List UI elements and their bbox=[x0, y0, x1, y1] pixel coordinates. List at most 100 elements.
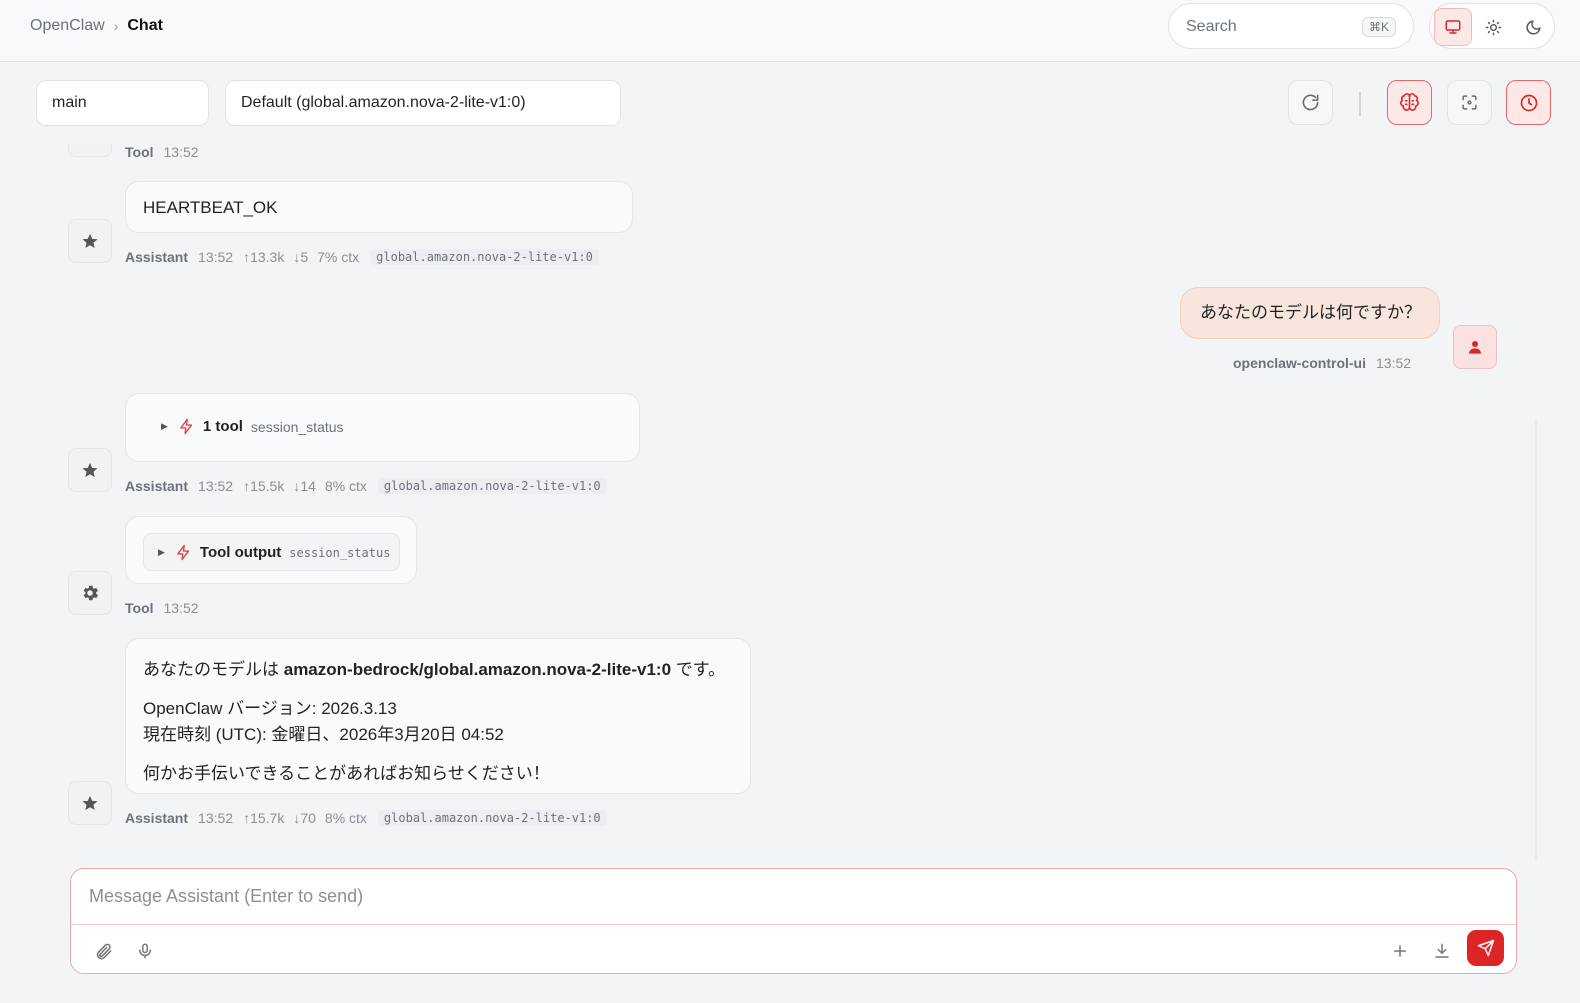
star-icon bbox=[82, 462, 98, 478]
tool-output-card[interactable]: ▶ Tool output session_status bbox=[143, 533, 400, 571]
history-button-overlay[interactable] bbox=[1506, 80, 1551, 125]
assistant-message-bubble: HEARTBEAT_OK bbox=[125, 181, 633, 233]
context-usage: 8% ctx bbox=[324, 810, 367, 826]
top-bar: OpenClaw › Chat Search ⌘K bbox=[0, 0, 1580, 62]
message-meta: Assistant 13:52 ↑13.3k ↓5 7% ctx global.… bbox=[125, 249, 599, 265]
bolt-icon bbox=[175, 544, 192, 561]
tokens-out: ↓14 bbox=[293, 478, 316, 494]
message-meta: Tool 13:52 bbox=[125, 144, 209, 160]
message-input[interactable] bbox=[71, 869, 1516, 925]
clock-icon bbox=[1520, 94, 1537, 111]
send-icon bbox=[1477, 939, 1494, 957]
refresh-button-overlay[interactable] bbox=[1288, 80, 1333, 125]
breadcrumb: OpenClaw › Chat bbox=[30, 17, 163, 35]
model-tag: global.amazon.nova-2-lite-v1:0 bbox=[377, 478, 607, 494]
answer-line-3: 現在時刻 (UTC): 金曜日、2026年3月20日 04:52 bbox=[143, 725, 504, 744]
answer-line-2: OpenClaw バージョン: 2026.3.13 bbox=[143, 699, 397, 718]
model-tag: global.amazon.nova-2-lite-v1:0 bbox=[370, 249, 599, 265]
tool-call-summary[interactable]: ▶ 1 tool session_status bbox=[161, 418, 344, 435]
user-icon bbox=[1469, 341, 1481, 354]
message-author: Tool bbox=[125, 144, 154, 160]
toolbar-divider-overlay bbox=[1359, 92, 1361, 116]
moon-icon bbox=[1526, 19, 1541, 34]
message-text: HEARTBEAT_OK bbox=[143, 198, 278, 217]
tool-name: session_status bbox=[289, 545, 391, 560]
download-icon bbox=[1435, 943, 1449, 958]
answer-model-id: amazon-bedrock/global.amazon.nova-2-lite… bbox=[283, 660, 672, 679]
tokens-out: ↓5 bbox=[293, 249, 309, 265]
tool-output-bubble: ▶ Tool output session_status bbox=[125, 516, 417, 584]
tokens-in: ↑15.5k bbox=[243, 478, 285, 494]
message-time: 13:52 bbox=[198, 249, 234, 265]
assistant-avatar bbox=[68, 448, 112, 492]
focus-mode-button-overlay[interactable] bbox=[1447, 80, 1492, 125]
message-meta: Assistant 13:52 ↑15.7k ↓70 8% ctx global… bbox=[125, 810, 607, 826]
session-select-overlay[interactable]: main bbox=[36, 80, 209, 126]
attach-button[interactable] bbox=[87, 935, 119, 967]
answer-line-1: あなたのモデルは amazon-bedrock/global.amazon.no… bbox=[143, 655, 725, 680]
bolt-icon bbox=[178, 418, 195, 435]
model-tag: global.amazon.nova-2-lite-v1:0 bbox=[377, 810, 607, 826]
theme-toggle-group bbox=[1429, 3, 1555, 49]
message-time: 13:52 bbox=[198, 810, 234, 826]
user-message-bubble: あなたのモデルは何ですか？ bbox=[1180, 287, 1440, 339]
search-box[interactable]: Search ⌘K bbox=[1168, 3, 1414, 49]
message-time: 13:52 bbox=[198, 478, 234, 494]
monitor-icon bbox=[1445, 20, 1461, 34]
tokens-in: ↑15.7k bbox=[243, 810, 285, 826]
breadcrumb-root[interactable]: OpenClaw bbox=[30, 17, 105, 35]
search-shortcut-badge: ⌘K bbox=[1361, 17, 1396, 37]
message-meta: Tool 13:52 bbox=[125, 600, 209, 616]
context-usage: 7% ctx bbox=[317, 249, 360, 265]
tool-output-summary: ▶ Tool output session_status bbox=[158, 544, 390, 561]
focus-icon bbox=[1462, 95, 1477, 110]
refresh-icon bbox=[1302, 94, 1319, 111]
breadcrumb-separator: › bbox=[113, 18, 119, 34]
theme-system-button[interactable] bbox=[1434, 8, 1472, 46]
message-time: 13:52 bbox=[1376, 355, 1412, 371]
expand-caret-icon: ▶ bbox=[161, 421, 168, 431]
microphone-icon bbox=[139, 943, 151, 959]
composer bbox=[70, 868, 1517, 974]
message-time: 13:52 bbox=[163, 144, 199, 160]
tool-output-label: Tool output bbox=[199, 544, 282, 561]
star-icon bbox=[82, 795, 98, 811]
message-author: Assistant bbox=[125, 478, 189, 494]
assistant-tool-call-bubble: ▶ 1 tool session_status bbox=[125, 393, 640, 462]
tool-count: 1 tool bbox=[202, 418, 243, 435]
message-meta: Assistant 13:52 ↑15.5k ↓14 8% ctx global… bbox=[125, 478, 607, 494]
plus-icon bbox=[1394, 945, 1406, 957]
gear-icon bbox=[83, 585, 98, 601]
brain-icon bbox=[1400, 93, 1419, 111]
scrollbar[interactable] bbox=[1535, 420, 1537, 860]
answer-line-1-suffix: です。 bbox=[671, 660, 726, 679]
user-avatar bbox=[1453, 325, 1497, 369]
model-select-overlay[interactable]: Default (global.amazon.nova-2-lite-v1:0) bbox=[225, 80, 621, 126]
answer-line-4: 何かお手伝いできることがあればお知らせください！ bbox=[143, 764, 550, 783]
tokens-in: ↑13.3k bbox=[243, 249, 285, 265]
thinking-toggle-button-overlay[interactable] bbox=[1387, 80, 1432, 125]
search-placeholder: Search bbox=[1186, 18, 1237, 35]
expand-caret-icon: ▶ bbox=[158, 547, 165, 557]
message-author: Assistant bbox=[125, 810, 189, 826]
paperclip-icon bbox=[96, 943, 111, 959]
message-time: 13:52 bbox=[163, 600, 199, 616]
context-usage: 8% ctx bbox=[324, 478, 367, 494]
theme-dark-button[interactable] bbox=[1514, 8, 1552, 46]
tool-name: session_status bbox=[250, 418, 344, 435]
message-meta: openclaw-control-ui 13:52 bbox=[1233, 355, 1421, 371]
message-text: あなたのモデルは何ですか？ bbox=[1200, 303, 1421, 322]
send-button[interactable] bbox=[1467, 930, 1504, 966]
theme-light-button[interactable] bbox=[1474, 8, 1512, 46]
export-button[interactable] bbox=[1426, 935, 1458, 967]
new-session-button[interactable] bbox=[1384, 935, 1416, 967]
message-author: Assistant bbox=[125, 249, 189, 265]
tool-avatar bbox=[68, 571, 112, 615]
voice-input-button[interactable] bbox=[129, 935, 161, 967]
assistant-avatar bbox=[68, 781, 112, 825]
answer-line-1-prefix: あなたのモデルは bbox=[143, 660, 284, 679]
assistant-avatar bbox=[68, 219, 112, 263]
message-author: Tool bbox=[125, 600, 154, 616]
breadcrumb-current: Chat bbox=[127, 17, 163, 34]
sun-icon bbox=[1485, 19, 1501, 35]
